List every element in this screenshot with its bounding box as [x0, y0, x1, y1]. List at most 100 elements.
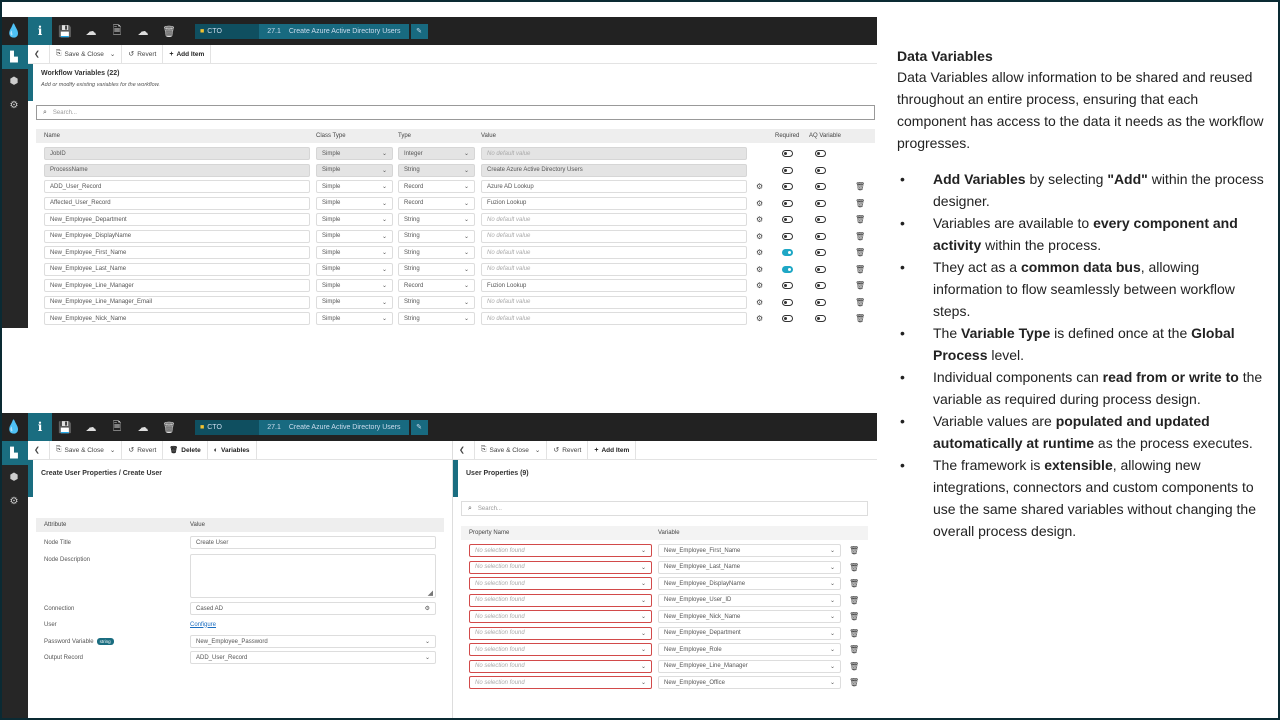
cloud-download-icon[interactable]: ☁ — [130, 413, 156, 441]
aq-variable-toggle[interactable] — [815, 249, 826, 256]
variable-name-input[interactable]: New_Employee_First_Name — [44, 246, 310, 259]
variable-select[interactable]: New_Employee_Role ⌄ — [658, 643, 841, 656]
default-value-input[interactable]: No default value — [481, 262, 747, 276]
process-breadcrumb[interactable]: ■ CTO 27.1 Create Azure Active Directory… — [195, 23, 409, 39]
default-value-input[interactable]: No default value — [481, 295, 747, 309]
edit-icon[interactable]: ✎ — [410, 23, 428, 39]
property-name-select[interactable]: No selection found ⌄ — [469, 610, 652, 623]
trash-icon[interactable]: 🗑 — [849, 612, 859, 621]
gear-icon[interactable]: ⚙ — [425, 605, 430, 612]
property-name-select[interactable]: No selection found ⌄ — [469, 577, 652, 590]
aq-variable-toggle[interactable] — [815, 265, 826, 273]
class-type-select[interactable]: Simple ⌄ — [316, 295, 393, 309]
settings-gears-icon[interactable]: ⚙ — [0, 489, 28, 513]
node-title-input[interactable]: Create User — [190, 536, 436, 549]
trash-icon[interactable]: 🗑 — [855, 199, 865, 208]
type-select[interactable]: String ⌄ — [398, 213, 475, 226]
connection-field[interactable]: Cased AD ⚙ — [190, 602, 436, 615]
trash-icon[interactable]: 🗑 — [156, 413, 182, 441]
property-name-select[interactable]: No selection found ⌄ — [469, 676, 652, 689]
required-toggle[interactable] — [782, 265, 793, 273]
variable-name-input[interactable]: New_Employee_Department — [44, 213, 310, 226]
aq-variable-toggle[interactable] — [815, 232, 826, 240]
class-type-select[interactable]: Simple ⌄ — [316, 147, 393, 160]
save-close-button[interactable]: ⎘ Save & Close ⌄ — [475, 440, 548, 460]
trash-icon[interactable]: 🗑 — [855, 248, 865, 257]
class-type-select[interactable]: Simple ⌄ — [316, 196, 393, 210]
class-type-select[interactable]: Simple ⌄ — [316, 279, 393, 292]
aq-variable-toggle[interactable] — [815, 166, 826, 174]
export-file-icon[interactable]: 🗎 — [104, 17, 130, 45]
property-name-select[interactable]: No selection found ⌄ — [469, 593, 652, 607]
default-value-input[interactable]: No default value — [481, 246, 747, 259]
trash-icon[interactable]: 🗑 — [855, 298, 865, 307]
logo-drop-icon[interactable]: 💧 — [0, 17, 28, 45]
variable-name-input[interactable]: JobID — [44, 147, 310, 160]
gear-icon[interactable]: ⚙ — [756, 199, 763, 208]
variable-select[interactable]: New_Employee_User_ID ⌄ — [658, 593, 841, 607]
default-value-input[interactable]: Azure AD Lookup — [481, 180, 747, 193]
variables-button[interactable]: ◐ Variables — [208, 440, 257, 460]
revert-button[interactable]: ↺ Revert — [122, 44, 164, 64]
default-value-input[interactable]: Create Azure Active Directory Users — [481, 163, 747, 177]
package-icon[interactable]: ⬢ — [0, 465, 28, 489]
save-close-button[interactable]: ⎘ Save & Close ⌄ — [50, 44, 123, 64]
trash-icon[interactable]: 🗑 — [855, 281, 865, 290]
type-select[interactable]: Record ⌄ — [398, 180, 475, 193]
info-icon[interactable]: i — [28, 413, 52, 441]
configure-link[interactable]: Configure — [190, 618, 216, 631]
process-breadcrumb[interactable]: ■ CTO 27.1 Create Azure Active Directory… — [195, 419, 409, 435]
add-item-button[interactable]: + Add Item — [163, 44, 212, 64]
required-toggle[interactable] — [782, 183, 793, 190]
property-name-select[interactable]: No selection found ⌄ — [469, 643, 652, 656]
logo-drop-icon[interactable]: 💧 — [0, 413, 28, 441]
type-select[interactable]: String ⌄ — [398, 295, 475, 309]
type-select[interactable]: String ⌄ — [398, 262, 475, 276]
trash-icon[interactable]: 🗑 — [855, 232, 865, 241]
trash-icon[interactable]: 🗑 — [855, 265, 865, 274]
trash-icon[interactable]: 🗑 — [849, 678, 859, 687]
save-close-button[interactable]: ⎘ Save & Close ⌄ — [50, 440, 123, 460]
settings-gears-icon[interactable]: ⚙ — [0, 93, 28, 117]
edit-icon[interactable]: ✎ — [410, 419, 428, 435]
required-toggle[interactable] — [782, 216, 793, 223]
aq-variable-toggle[interactable] — [815, 298, 826, 306]
required-toggle[interactable] — [782, 232, 793, 240]
required-toggle[interactable] — [782, 166, 793, 174]
search-input[interactable]: ⌕ Search... — [461, 501, 868, 516]
aq-variable-toggle[interactable] — [815, 150, 826, 157]
class-type-select[interactable]: Simple ⌄ — [316, 262, 393, 276]
aq-variable-toggle[interactable] — [815, 315, 826, 322]
trash-icon[interactable]: 🗑 — [156, 17, 182, 45]
required-toggle[interactable] — [782, 298, 793, 306]
variable-select[interactable]: New_Employee_DisplayName ⌄ — [658, 577, 841, 590]
type-select[interactable]: Record ⌄ — [398, 279, 475, 292]
type-select[interactable]: String ⌄ — [398, 229, 475, 243]
node-description-textarea[interactable]: ◢ — [190, 554, 436, 598]
gear-icon[interactable]: ⚙ — [756, 215, 763, 224]
trash-icon[interactable]: 🗑 — [849, 546, 859, 555]
output-record-select[interactable]: ADD_User_Record ⌄ — [190, 651, 436, 664]
class-type-select[interactable]: Simple ⌄ — [316, 229, 393, 243]
variable-select[interactable]: New_Employee_Last_Name ⌄ — [658, 560, 841, 574]
type-select[interactable]: String ⌄ — [398, 163, 475, 177]
type-select[interactable]: Integer ⌄ — [398, 147, 475, 160]
class-type-select[interactable]: Simple ⌄ — [316, 163, 393, 177]
class-type-select[interactable]: Simple ⌄ — [316, 213, 393, 226]
resize-handle-icon[interactable]: ◢ — [428, 589, 433, 597]
required-toggle[interactable] — [782, 315, 793, 322]
gear-icon[interactable]: ⚙ — [756, 248, 763, 257]
default-value-input[interactable]: Fuzion Lookup — [481, 279, 747, 292]
type-select[interactable]: String ⌄ — [398, 312, 475, 325]
variable-select[interactable]: New_Employee_First_Name ⌄ — [658, 544, 841, 557]
trash-icon[interactable]: 🗑 — [849, 629, 859, 638]
class-type-select[interactable]: Simple ⌄ — [316, 180, 393, 193]
required-toggle[interactable] — [782, 150, 793, 157]
variable-select[interactable]: New_Employee_Department ⌄ — [658, 626, 841, 640]
info-icon[interactable]: i — [28, 17, 52, 45]
variable-select[interactable]: New_Employee_Nick_Name ⌄ — [658, 610, 841, 623]
search-input[interactable]: ⌕ Search... — [36, 105, 875, 120]
gear-icon[interactable]: ⚙ — [756, 232, 763, 241]
gear-icon[interactable]: ⚙ — [756, 298, 763, 307]
variable-name-input[interactable]: New_Employee_Line_Manager — [44, 279, 310, 292]
